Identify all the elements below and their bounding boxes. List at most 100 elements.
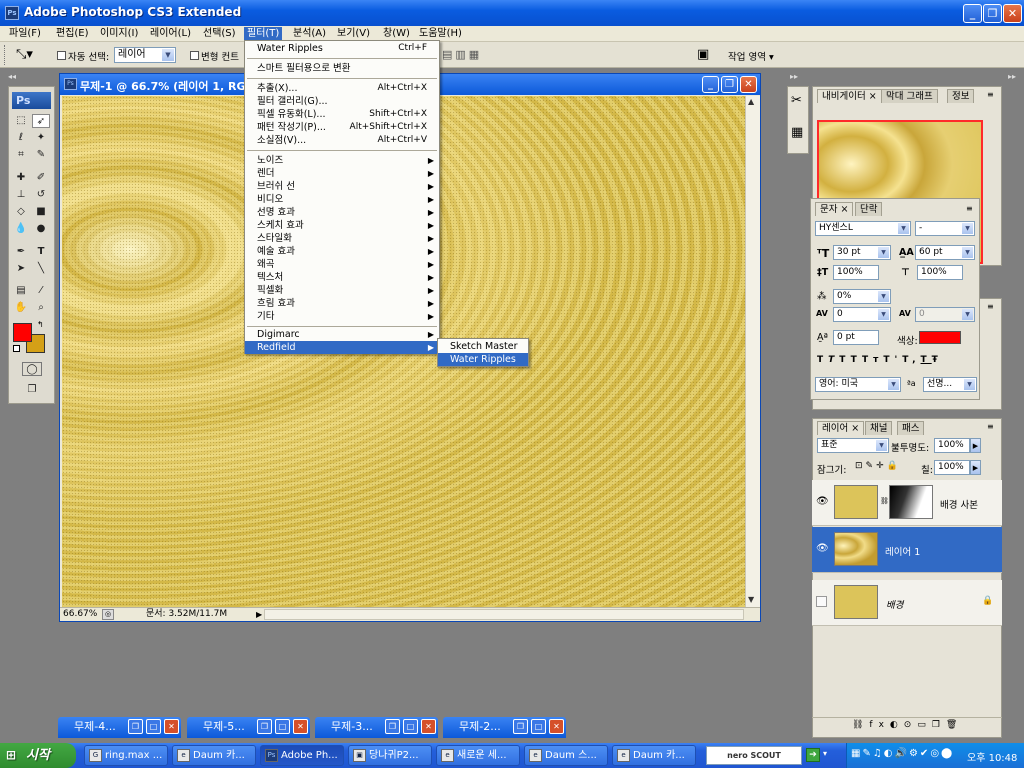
taskbar-button[interactable]: ▣ 당나귀P2... <box>348 745 432 766</box>
eye-icon[interactable]: 👁 <box>816 496 829 507</box>
taskbar-button[interactable]: e Daum 카... <box>172 745 256 766</box>
layer-row[interactable]: 👁 레이어 1 <box>812 527 1002 573</box>
status-menu-arrow-icon[interactable]: ▶ <box>256 608 262 621</box>
close-icon[interactable]: ✕ <box>421 719 436 734</box>
kerning-field[interactable]: 0 ▼ <box>833 307 891 322</box>
status-options-icon[interactable]: ◎ <box>102 609 114 620</box>
slice-tool-icon[interactable]: ✎ <box>32 148 50 162</box>
filter-plugin-redfield[interactable]: Redfield ▶ <box>245 341 439 354</box>
filter-group-blur[interactable]: 흐림 효과 ▶ <box>245 297 439 310</box>
start-button[interactable]: ⊞ 시작 <box>0 743 76 768</box>
panel-menu-icon[interactable]: ≡ <box>987 90 994 99</box>
filter-liquify[interactable]: 픽셀 유동화(L)... Shift+Ctrl+X <box>245 108 439 121</box>
filter-group-pixelate[interactable]: 픽셀화 ▶ <box>245 284 439 297</box>
baseline-shift-field[interactable]: 0 pt <box>833 330 879 345</box>
tray-icons[interactable]: ▦✎♫◐🔊⚙✔◎⬤ <box>851 748 954 759</box>
filter-group-render[interactable]: 렌더 ▶ <box>245 167 439 180</box>
chevron-down-icon[interactable]: ▾ <box>823 749 827 758</box>
tools-icon[interactable]: ✂ <box>791 93 802 108</box>
clone-stamp-icon[interactable]: ⊥ <box>12 188 30 202</box>
panel-menu-icon[interactable]: ≡ <box>987 422 994 431</box>
foreground-color-swatch[interactable] <box>13 323 32 342</box>
pen-tool-icon[interactable]: ✒ <box>12 245 30 259</box>
expand-arrows-icon[interactable]: ▸▸ <box>1008 72 1016 81</box>
nero-search-box[interactable]: nero SCOUT <box>706 746 802 765</box>
menu-window[interactable]: 창(W) <box>380 27 413 41</box>
text-style-buttons[interactable]: TTTTTтT'T,TŦ <box>817 355 975 365</box>
menu-filter[interactable]: 필터(T) <box>244 27 283 41</box>
filter-gallery[interactable]: 필터 갤러리(G)... <box>245 95 439 108</box>
fill-field[interactable]: 100% <box>934 460 970 475</box>
doc-close-button[interactable]: ✕ <box>740 76 757 93</box>
antialias-select[interactable]: 선명... ▼ <box>923 377 977 392</box>
tab-navigator[interactable]: 내비게이터 × <box>817 89 882 103</box>
fill-slider-toggle[interactable]: ▶ <box>970 460 981 475</box>
auto-select-dropdown[interactable]: 레이어 ▼ <box>114 47 176 63</box>
close-icon[interactable]: ✕ <box>293 719 308 734</box>
taskbar-button-photoshop[interactable]: Ps Adobe Ph... <box>260 745 344 766</box>
maximize-icon[interactable]: □ <box>403 719 418 734</box>
filter-plugin-digimarc[interactable]: Digimarc ▶ <box>245 328 439 341</box>
hand-tool-icon[interactable]: ✋ <box>12 301 30 315</box>
filter-group-sketch[interactable]: 스케치 효과 ▶ <box>245 219 439 232</box>
menu-select[interactable]: 선택(S) <box>200 27 239 41</box>
close-button[interactable]: ✕ <box>1003 4 1022 23</box>
taskbar-button[interactable]: e 새로운 세... <box>436 745 520 766</box>
filter-group-other[interactable]: 기타 ▶ <box>245 310 439 323</box>
filter-group-noise[interactable]: 노이즈 ▶ <box>245 154 439 167</box>
minimized-document[interactable]: 무제-5... ❐ □ ✕ <box>187 717 310 738</box>
menu-analysis[interactable]: 분석(A) <box>290 27 329 41</box>
collapse-arrows-icon[interactable]: ◂◂ <box>8 72 16 81</box>
minimized-document[interactable]: 무제-2... ❐ □ ✕ <box>443 717 566 738</box>
search-go-icon[interactable]: ➔ <box>806 748 820 762</box>
photoshop-app-icon[interactable]: Ps <box>5 6 19 20</box>
tracking-ratio-field[interactable]: 0% ▼ <box>833 289 891 304</box>
menu-help[interactable]: 도움말(H) <box>416 27 465 41</box>
language-select[interactable]: 영어: 미국 ▼ <box>815 377 901 392</box>
horizontal-scale-field[interactable]: 100% <box>917 265 963 280</box>
vertical-scale-field[interactable]: 100% <box>833 265 879 280</box>
restore-icon[interactable]: ❐ <box>257 719 272 734</box>
auto-select-checkbox[interactable] <box>57 51 66 60</box>
maximize-icon[interactable]: □ <box>531 719 546 734</box>
filter-last-water-ripples[interactable]: Water Ripples Ctrl+F <box>245 42 439 55</box>
zoom-level[interactable]: 66.67% <box>63 608 97 621</box>
workspace-menu[interactable]: 작업 영역 ▾ <box>728 49 774 63</box>
eyedropper-icon[interactable]: ⁄ <box>32 284 50 298</box>
magic-wand-icon[interactable]: ✦ <box>32 131 50 145</box>
menu-file[interactable]: 파일(F) <box>6 27 44 41</box>
doc-minimize-button[interactable]: _ <box>702 76 719 93</box>
crop-tool-icon[interactable]: ⌗ <box>12 148 30 162</box>
healing-brush-icon[interactable]: ✚ <box>12 171 30 185</box>
blur-tool-icon[interactable]: 💧 <box>12 222 30 236</box>
filter-group-distort[interactable]: 왜곡 ▶ <box>245 258 439 271</box>
minimized-document[interactable]: 무제-4... ❐ □ ✕ <box>58 717 181 738</box>
clipboard-icon[interactable]: ▦ <box>791 125 803 140</box>
swap-colors-icon[interactable]: ↰ <box>37 320 44 329</box>
filter-group-artistic[interactable]: 예술 효과 ▶ <box>245 245 439 258</box>
document-horizontal-scrollbar[interactable] <box>264 609 744 620</box>
scroll-up-arrow-icon[interactable]: ▲ <box>748 97 754 106</box>
visibility-toggle[interactable] <box>816 596 827 607</box>
font-size-field[interactable]: 30 pt ▼ <box>833 245 891 260</box>
restore-icon[interactable]: ❐ <box>385 719 400 734</box>
filter-convert-smart[interactable]: 스마트 필터용으로 변환 <box>245 62 439 75</box>
leading-field[interactable]: 60 pt ▼ <box>915 245 975 260</box>
font-family-select[interactable]: HY센스L ▼ <box>815 221 911 236</box>
restore-icon[interactable]: ❐ <box>513 719 528 734</box>
filter-group-texture[interactable]: 텍스처 ▶ <box>245 271 439 284</box>
menu-edit[interactable]: 편집(E) <box>53 27 92 41</box>
line-tool-icon[interactable]: ╲ <box>32 262 50 276</box>
eye-icon[interactable]: 👁 <box>816 543 829 554</box>
taskbar-button[interactable]: Gring.max ... <box>84 745 168 766</box>
lasso-tool-icon[interactable]: ℓ <box>12 131 30 145</box>
submenu-sketch-master[interactable]: Sketch Master <box>438 340 528 353</box>
filter-group-stylize[interactable]: 스타일화 ▶ <box>245 232 439 245</box>
filter-pattern-maker[interactable]: 패턴 작성기(P)... Alt+Shift+Ctrl+X <box>245 121 439 134</box>
gradient-tool-icon[interactable]: ■ <box>32 205 50 219</box>
marquee-tool-icon[interactable]: ⬚ <box>12 114 30 128</box>
filter-extract[interactable]: 추출(X)... Alt+Ctrl+X <box>245 82 439 95</box>
taskbar-button[interactable]: e Daum 스... <box>524 745 608 766</box>
screen-mode-icon[interactable]: ❐ <box>22 383 42 397</box>
filter-group-sharpen[interactable]: 선명 효과 ▶ <box>245 206 439 219</box>
